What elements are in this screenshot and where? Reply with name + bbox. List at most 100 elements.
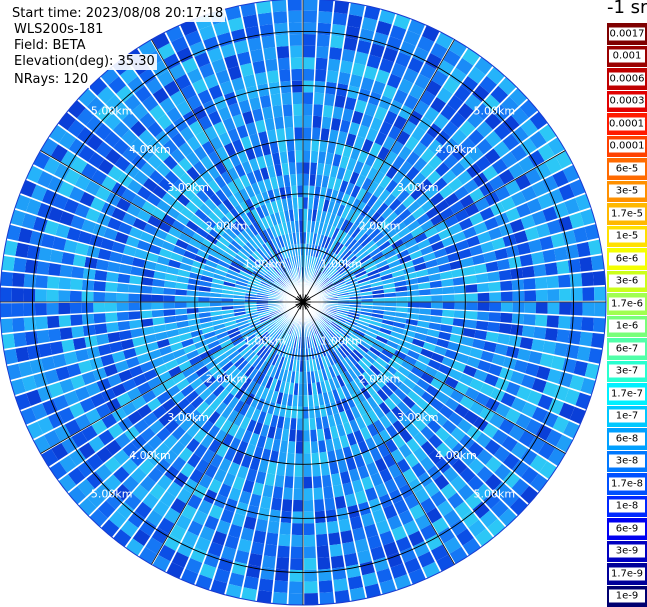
range-gate-bin [58,315,72,328]
range-gate-bin [186,296,199,302]
range-gate-bin [35,316,49,331]
range-gate-bin [71,266,85,279]
range-gate-bin [23,273,37,288]
range-gate-bin [303,127,312,140]
range-gate-bin [341,48,356,63]
field-label: Field: BETA [12,38,88,54]
range-ring-label: 3.00km [167,411,209,424]
range-gate-bin [312,115,322,129]
range-gate-bin [295,441,303,454]
range-gate-bin [276,46,290,59]
range-gate-bin [48,328,62,343]
range-gate-bin [488,311,501,322]
range-gate-bin [330,555,345,569]
colorbar-swatch: 3e-8 [607,449,647,472]
range-gate-bin [332,12,348,26]
colorbar-swatch: 0.0006 [607,67,647,90]
range-gate-bin [556,260,570,275]
colorbar-swatch: 6e-7 [607,337,647,360]
range-gate-bin [139,294,152,302]
range-gate-bin [279,80,292,94]
range-gate-bin [81,279,95,292]
range-gate-bin [58,290,71,302]
range-gate-bin [581,271,594,287]
range-gate-bin [554,342,568,357]
range-gate-bin [290,68,303,81]
range-gate-bin [0,271,14,287]
colorbar-tick-label: 0.0003 [609,94,645,108]
colorbar-tick-label: 0.0006 [609,72,645,86]
range-gate-bin [277,57,290,71]
range-gate-bin [477,292,490,302]
range-gate-bin [303,476,313,489]
range-gate-bin [512,290,525,302]
range-gate-bin [310,150,319,163]
range-gate-bin [36,261,50,276]
range-gate-bin [544,327,558,342]
colorbar-tick-label: 1e-7 [609,409,645,423]
range-gate-bin [298,383,303,396]
colorbar-swatch: 0.00017 [607,112,647,135]
colorbar-tick-label: 1.7e-6 [609,297,645,311]
colorbar-swatch: 1.7e-9 [607,562,647,585]
range-gate-bin [292,511,303,524]
range-gate-bin [581,316,594,332]
range-gate-bin [116,283,130,293]
range-gate-bin [290,558,303,571]
range-gate-bin [303,185,309,198]
range-gate-bin [262,47,277,61]
range-gate-bin [323,93,335,107]
range-gate-bin [281,499,293,512]
range-gate-bin [104,292,117,302]
range-ring-label: 1.00km [244,258,286,271]
range-gate-bin [24,331,39,346]
range-gate-bin [273,22,288,36]
range-gate-bin [163,295,175,302]
range-gate-bin [93,280,106,292]
colorbar-swatch: 6e-6 [607,247,647,270]
colorbar-tick-label: 1.7e-8 [609,477,645,491]
range-gate-bin [248,96,261,111]
range-ring-label: 3.00km [397,411,439,424]
range-gate-bin [570,302,583,316]
elevation-label: Elevation(deg): 35.30 [12,54,157,70]
range-gate-bin [531,338,545,352]
range-gate-bin [511,312,525,325]
range-gate-bin [278,69,291,82]
colorbar-swatch: 6e-5 [607,157,647,180]
range-gate-bin [46,289,59,302]
range-gate-bin [287,0,302,12]
range-gate-bin [267,520,280,534]
range-gate-bin [512,302,525,313]
colorbar-swatch: 0.001 [607,44,647,67]
range-gate-bin [339,60,353,74]
colorbar-tick-label: 0.0017 [609,27,645,41]
range-gate-bin [304,581,319,594]
range-gate-bin [303,57,315,70]
range-ring-label: 5.00km [474,487,516,500]
colorbar-swatch: 1e-6 [607,314,647,337]
range-gate-bin [0,318,14,334]
range-gate-bin [454,293,467,302]
range-gate-bin [535,289,548,302]
range-gate-bin [97,344,112,357]
range-gate-bin [294,476,303,489]
range-ring-label: 5.00km [91,487,133,500]
range-gate-bin [243,575,260,590]
colorbar-tick-label: 0.00017 [609,117,645,131]
range-gate-bin [310,139,320,152]
range-gate-bin [384,302,397,307]
range-gate-bin [557,273,571,288]
range-gate-bin [546,275,559,289]
range-gate-bin [431,302,443,309]
range-gate-bin [465,292,478,302]
range-gate-bin [523,277,536,290]
range-gate-bin [524,289,537,302]
range-gate-bin [303,441,311,454]
range-gate-bin [317,11,333,24]
range-ring-label: 5.00km [91,105,133,118]
colorbar-swatch: 1e-8 [607,494,647,517]
range-gate-bin [533,326,547,340]
range-gate-bin [70,314,83,327]
range-gate-bin [151,286,164,295]
